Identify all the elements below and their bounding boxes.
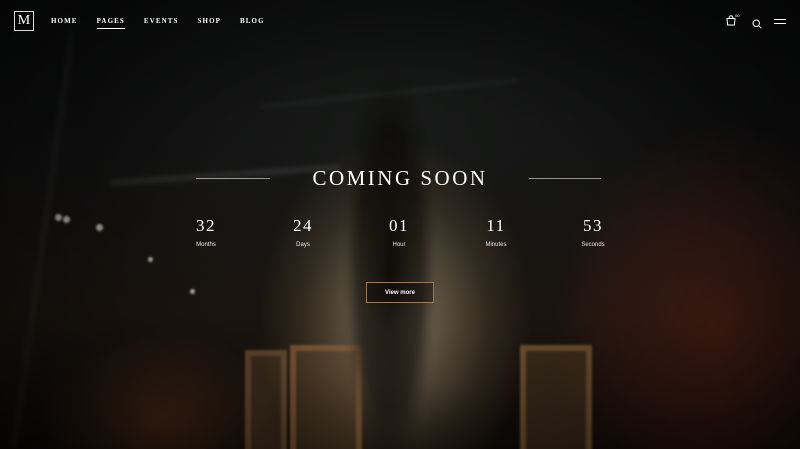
hamburger-menu-button[interactable] [774, 17, 786, 26]
countdown-value: 01 [389, 216, 409, 235]
main-nav: HOME PAGES EVENTS SHOP BLOG [51, 17, 284, 29]
cart-count-badge: 00 [735, 13, 740, 18]
hero-title-row: COMING SOON [0, 166, 800, 194]
site-header: M HOME PAGES EVENTS SHOP BLOG 00 [0, 0, 800, 44]
countdown-label: Minutes [485, 242, 507, 248]
countdown-minutes: 11 Minutes [448, 214, 544, 248]
countdown-value: 32 [196, 216, 216, 235]
nav-item-pages[interactable]: PAGES [96, 17, 126, 29]
countdown-label: Months [196, 242, 216, 248]
countdown-months: 32 Months [158, 214, 254, 248]
countdown-value: 11 [486, 216, 506, 235]
countdown-label: Seconds [581, 242, 605, 248]
hamburger-menu-icon-line [774, 22, 786, 24]
logo-letter: M [17, 13, 31, 28]
countdown-label: Days [296, 242, 310, 248]
countdown-days: 24 Days [255, 214, 351, 248]
countdown-value: 24 [293, 216, 313, 235]
page-title: COMING SOON [312, 166, 488, 190]
hamburger-menu-icon-line [774, 18, 786, 20]
nav-item-home[interactable]: HOME [51, 17, 78, 28]
countdown-hour: 01 Hour [351, 214, 447, 248]
nav-item-shop[interactable]: SHOP [198, 17, 221, 28]
countdown-timer: 32 Months 24 Days 01 Hour 11 Minutes 53 … [158, 214, 642, 254]
search-button[interactable] [752, 16, 762, 29]
cart-button[interactable]: 00 [726, 13, 740, 27]
nav-item-events[interactable]: EVENTS [144, 17, 179, 28]
nav-item-blog[interactable]: BLOG [240, 17, 265, 28]
header-tools: 00 [726, 13, 786, 29]
coming-soon-page: M HOME PAGES EVENTS SHOP BLOG 00 COMING … [0, 0, 800, 449]
countdown-label: Hour [392, 242, 406, 248]
view-more-button[interactable]: View more [366, 282, 434, 303]
title-divider-right [529, 178, 601, 179]
countdown-value: 53 [583, 216, 603, 235]
countdown-seconds: 53 Seconds [545, 214, 641, 248]
search-icon [752, 19, 762, 29]
site-logo[interactable]: M [14, 11, 34, 31]
